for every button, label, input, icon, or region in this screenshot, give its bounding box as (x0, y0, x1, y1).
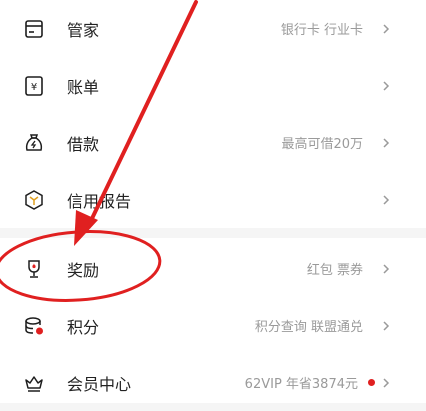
menu-group-bottom: 奖励 红包 票券 积分 积分查询 联盟通兑 会员中心 62VIP 年省3874元 (0, 238, 426, 403)
chevron-right-icon (380, 80, 392, 92)
menu-item-hint: 最高可借20万 (281, 137, 363, 152)
menu-item-member-center[interactable]: 会员中心 62VIP 年省3874元 (0, 354, 426, 411)
bill-icon: ¥ (23, 75, 45, 97)
notification-dot (368, 379, 375, 386)
trophy-icon (23, 258, 45, 280)
menu-item-label: 借款 (67, 134, 100, 154)
menu-item-hint: 积分查询 联盟通兑 (254, 320, 363, 335)
menu-item-hint: 62VIP 年省3874元 (244, 377, 358, 392)
menu-item-hint: 红包 票券 (306, 263, 363, 278)
chevron-right-icon (380, 320, 392, 332)
svg-text:¥: ¥ (31, 82, 37, 93)
crown-icon (23, 372, 45, 394)
menu-item-label: 管家 (67, 20, 100, 40)
menu-item-bill[interactable]: ¥ 账单 (0, 57, 426, 114)
points-coins-icon (23, 315, 45, 337)
chevron-right-icon (380, 23, 392, 35)
credit-report-icon (23, 189, 45, 211)
menu-item-loan[interactable]: 借款 最高可借20万 (0, 114, 426, 171)
menu-group-top: 管家 银行卡 行业卡 ¥ 账单 借款 最高可借20万 信用报告 (0, 0, 426, 228)
chevron-right-icon (380, 137, 392, 149)
card-manager-icon (23, 18, 45, 40)
menu-item-credit-report[interactable]: 信用报告 (0, 171, 426, 228)
menu-item-label: 积分 (67, 317, 100, 337)
chevron-right-icon (380, 263, 392, 275)
menu-item-label: 奖励 (67, 260, 100, 280)
menu-item-label: 会员中心 (67, 374, 132, 394)
menu-item-manager[interactable]: 管家 银行卡 行业卡 (0, 0, 426, 57)
menu-item-label: 信用报告 (67, 191, 132, 211)
menu-item-hint: 银行卡 行业卡 (280, 23, 363, 38)
menu-item-label: 账单 (67, 77, 100, 97)
menu-item-rewards[interactable]: 奖励 红包 票券 (0, 240, 426, 297)
chevron-right-icon (380, 377, 392, 389)
loan-bag-icon (23, 132, 45, 154)
menu-item-points[interactable]: 积分 积分查询 联盟通兑 (0, 297, 426, 354)
chevron-right-icon (380, 194, 392, 206)
